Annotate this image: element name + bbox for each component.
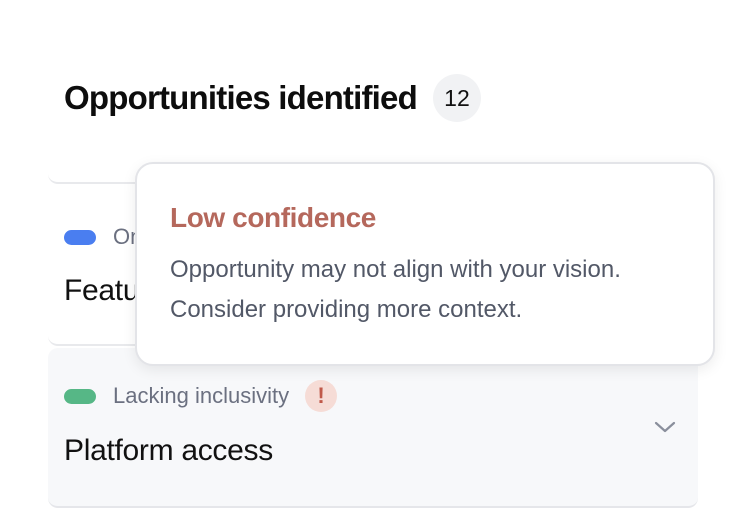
tooltip-body: Opportunity may not align with your visi… [170, 250, 713, 330]
opportunity-title: Platform access [64, 434, 273, 467]
alert-icon[interactable]: ! [305, 380, 338, 412]
opportunity-card[interactable]: Lacking inclusivity ! Platform access [48, 348, 698, 508]
tag-label: Lacking inclusivity [113, 383, 290, 408]
confidence-tooltip: Low confidence Opportunity may not align… [135, 162, 715, 366]
opportunity-title: Featu [64, 274, 140, 307]
page-title: Opportunities identified [64, 79, 418, 116]
count-badge: 12 [432, 74, 481, 122]
tag-row: On [64, 224, 142, 250]
tag-color-pill [64, 388, 96, 404]
chevron-down-icon[interactable] [654, 420, 676, 434]
tag-color-pill [64, 229, 96, 245]
opportunities-panel: Opportunities identified 12 On Featu Lac… [0, 0, 740, 524]
header: Opportunities identified 12 [64, 74, 481, 122]
tag-row: Lacking inclusivity ! [64, 380, 338, 412]
tooltip-line: Consider providing more context. [170, 296, 523, 323]
tooltip-title: Low confidence [170, 202, 376, 233]
tooltip-line: Opportunity may not align with your visi… [170, 256, 621, 283]
